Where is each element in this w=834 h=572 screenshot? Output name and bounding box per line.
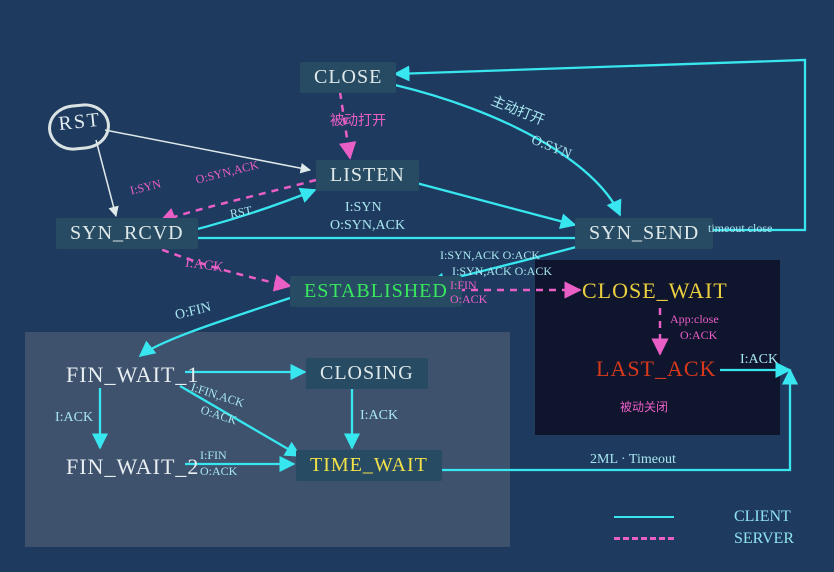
rst-label: RST <box>57 109 102 136</box>
state-closing: CLOSING <box>306 358 428 389</box>
legend-client-line <box>614 516 674 518</box>
lbl-close-listen: 被动打开 <box>330 110 386 130</box>
state-fin-wait-1: FIN_WAIT_1 <box>52 358 213 392</box>
legend-server-line <box>614 537 674 540</box>
state-last-ack: LAST_ACK <box>596 356 716 382</box>
lbl-synsend-estab: I:SYN,ACK O:ACK <box>452 264 552 279</box>
state-listen: LISTEN <box>316 160 419 191</box>
state-syn-send: SYN_SEND <box>575 218 713 249</box>
lbl-cw-la-a: App:close <box>670 312 719 327</box>
lbl-listen-synsend-b: O:SYN,ACK <box>330 218 405 234</box>
lbl-la-note: 被动关闭 <box>620 398 668 415</box>
lbl-fw2-tw-a: I:FIN <box>200 448 227 463</box>
legend: CLIENT SERVER <box>734 506 794 550</box>
lbl-fw2-tw-b: O:ACK <box>200 464 237 479</box>
state-syn-rcvd: SYN_RCVD <box>56 218 198 249</box>
lbl-fw1-fw2: I:ACK <box>55 410 93 426</box>
state-established: ESTABLISHED <box>290 276 462 307</box>
lbl-estab-cw-b: O:ACK <box>450 292 487 307</box>
lbl-closing-tw: I:ACK <box>360 408 398 424</box>
legend-client: CLIENT <box>734 506 794 528</box>
lbl-tw-close: 2ML · Timeout <box>590 452 676 468</box>
state-time-wait: TIME_WAIT <box>296 450 442 481</box>
lbl-la-close: I:ACK <box>740 352 778 368</box>
lbl-listen-synsend-a: I:SYN <box>345 200 382 216</box>
lbl-estab-cw-a: I:FIN <box>450 278 477 293</box>
state-fin-wait-2: FIN_WAIT_2 <box>52 450 213 484</box>
lbl-cw-la-b: O:ACK <box>680 328 717 343</box>
state-close: CLOSE <box>300 62 396 93</box>
lbl-synsend-synrcvd: I:SYN,ACK O:ACK <box>440 248 540 263</box>
lbl-synsend-close: timeout close <box>708 222 772 235</box>
legend-server: SERVER <box>734 528 794 550</box>
state-close-wait: CLOSE_WAIT <box>582 278 728 304</box>
